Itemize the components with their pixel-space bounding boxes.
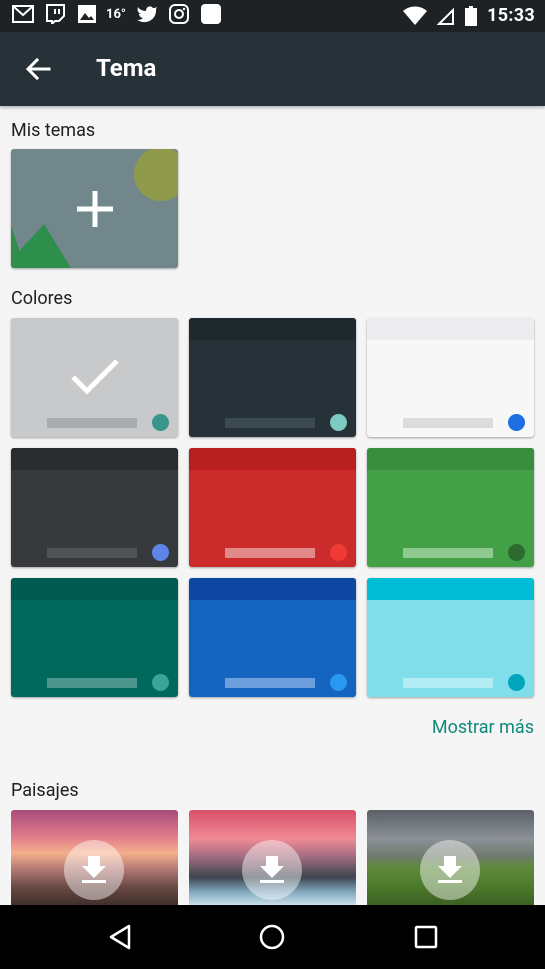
color-theme-card[interactable] (189, 318, 356, 437)
app-bar: Tema (0, 32, 545, 106)
theme-bar (225, 418, 315, 428)
theme-header-strip (367, 448, 534, 470)
check-icon (71, 359, 119, 395)
gmail-icon (12, 5, 34, 23)
app-icon (200, 4, 221, 24)
theme-header-strip (189, 448, 356, 470)
theme-header-strip (11, 318, 178, 340)
color-theme-card[interactable] (11, 578, 178, 697)
signal-icon (437, 7, 455, 25)
nav-recents-button[interactable] (406, 919, 446, 955)
color-theme-card[interactable] (367, 448, 534, 567)
theme-header-strip (189, 318, 356, 340)
theme-bar (403, 418, 493, 428)
show-more-link[interactable]: Mostrar más (432, 717, 534, 738)
instagram-icon (168, 4, 189, 24)
theme-accent-dot (152, 544, 169, 561)
back-button[interactable] (16, 47, 60, 91)
wifi-icon (403, 6, 428, 25)
back-triangle-icon (109, 924, 131, 950)
landscape-theme-3[interactable] (367, 810, 534, 906)
twitter-icon (136, 6, 157, 23)
nav-back-button[interactable] (100, 919, 140, 955)
color-theme-card[interactable] (11, 318, 178, 437)
twitch-icon (46, 4, 65, 24)
theme-accent-dot (330, 674, 347, 691)
theme-bar (47, 678, 137, 688)
theme-accent-dot (330, 414, 347, 431)
section-label-landscapes: Paisajes (11, 780, 79, 801)
theme-bar (403, 678, 493, 688)
color-theme-card[interactable] (367, 318, 534, 437)
navigation-bar (0, 905, 545, 969)
download-icon (82, 856, 106, 883)
image-icon (78, 5, 96, 23)
nav-home-button[interactable] (252, 919, 292, 955)
theme-accent-dot (330, 544, 347, 561)
download-button[interactable] (242, 840, 302, 900)
recents-square-icon (414, 925, 438, 949)
plus-icon (77, 191, 113, 227)
download-button[interactable] (64, 840, 124, 900)
theme-bar (47, 548, 137, 558)
temperature-text: 16° (106, 6, 126, 22)
section-label-my-themes: Mis temas (11, 120, 96, 141)
color-theme-card[interactable] (11, 448, 178, 567)
status-bar: 16° 15:33 (0, 0, 545, 32)
theme-bar (47, 418, 137, 428)
theme-bar (403, 548, 493, 558)
color-theme-card[interactable] (189, 448, 356, 567)
theme-header-strip (367, 578, 534, 600)
theme-bar (225, 678, 315, 688)
theme-accent-dot (508, 674, 525, 691)
theme-accent-dot (152, 414, 169, 431)
theme-header-strip (11, 448, 178, 470)
theme-header-strip (189, 578, 356, 600)
color-theme-card[interactable] (367, 578, 534, 697)
page-title: Tema (96, 54, 157, 82)
clock-text: 15:33 (487, 5, 535, 26)
color-theme-card[interactable] (189, 578, 356, 697)
home-circle-icon (259, 924, 285, 950)
landscape-theme-1[interactable] (11, 810, 178, 906)
theme-accent-dot (508, 414, 525, 431)
theme-bar (225, 548, 315, 558)
section-label-colors: Colores (11, 288, 73, 309)
arrow-back-icon (25, 57, 51, 81)
theme-accent-dot (508, 544, 525, 561)
landscape-theme-2[interactable] (189, 810, 356, 906)
theme-accent-dot (152, 674, 169, 691)
theme-header-strip (367, 318, 534, 340)
download-icon (438, 856, 462, 883)
download-button[interactable] (420, 840, 480, 900)
add-theme-card[interactable] (11, 149, 178, 268)
theme-header-strip (11, 578, 178, 600)
download-icon (260, 856, 284, 883)
battery-icon (465, 5, 478, 26)
